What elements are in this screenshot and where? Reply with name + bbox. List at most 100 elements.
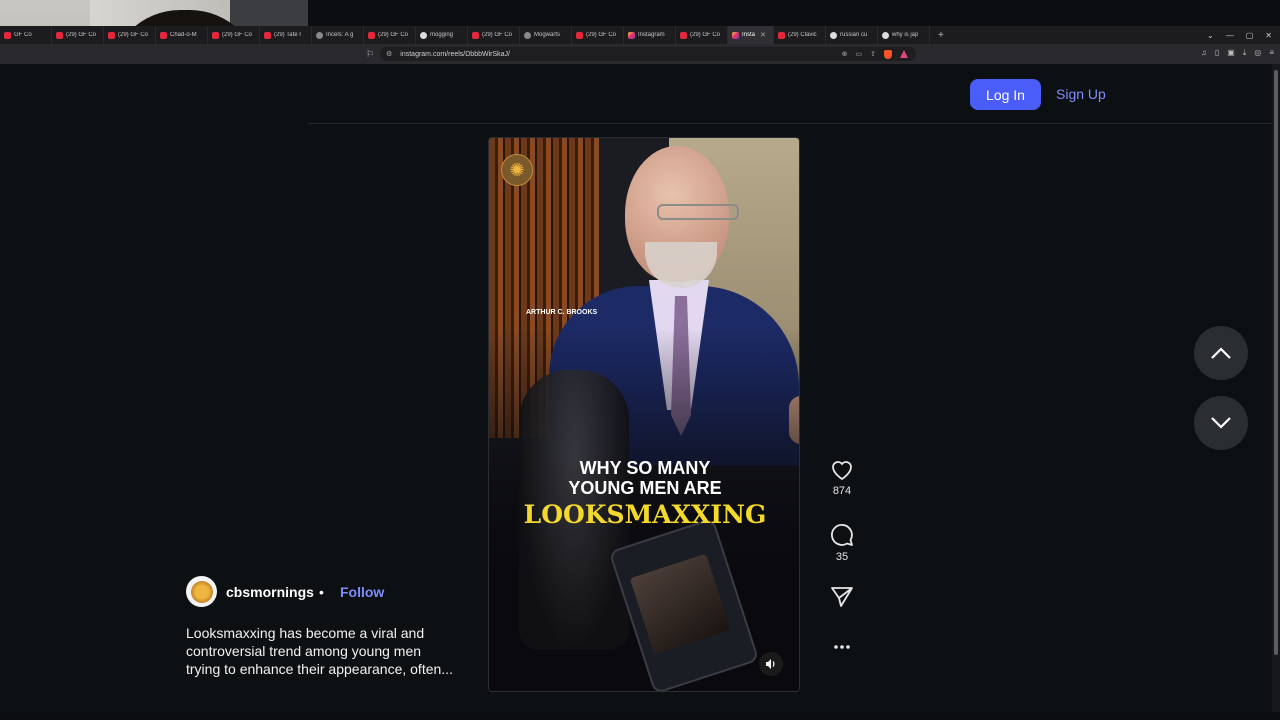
browser-tab[interactable]: mogging	[416, 26, 468, 44]
header-divider	[308, 123, 1272, 124]
tab-label: Instagram	[638, 32, 665, 38]
volume-button[interactable]	[759, 652, 783, 676]
instagram-page: Log In Sign Up ✺ ARTHUR C. BROOKS WHY SO…	[0, 64, 1272, 712]
tab-label: (29) GF Co	[378, 32, 409, 38]
browser-tab[interactable]: Incels: A g	[312, 26, 364, 44]
comment-icon	[831, 524, 853, 546]
browser-tab[interactable]: (29) GF Co	[208, 26, 260, 44]
tab-label: (29) GF Co	[66, 32, 97, 38]
signup-link[interactable]: Sign Up	[1056, 86, 1106, 102]
web-icon	[316, 31, 323, 39]
browser-tab[interactable]: (29) GF Co	[676, 26, 728, 44]
heart-icon	[832, 461, 852, 481]
browser-tab[interactable]: (29) Tate I	[260, 26, 312, 44]
window-controls: ⌄ — ▢ ✕	[1207, 31, 1280, 40]
browser-tab[interactable]: (29) GF Co	[104, 26, 156, 44]
tab-bar: GF Co (29) GF Co (29) GF Co Chad-o-M (29) GF…	[0, 26, 1280, 44]
speaker-icon	[766, 659, 775, 669]
tab-label: (29) GF Co	[222, 32, 253, 38]
url-text: instagram.com/reels/DbbbWirSkaJ/	[400, 50, 510, 58]
tab-label: Incels: A g	[326, 32, 354, 38]
browser-tab[interactable]: Insta ✕	[728, 26, 774, 44]
screen-icon[interactable]: ▭	[856, 50, 863, 59]
tab-label: (29) GF Co	[118, 32, 149, 38]
browser-tab[interactable]: (29) Clavic	[774, 26, 826, 44]
phone-screen	[629, 553, 731, 655]
author-separator: •	[319, 584, 324, 600]
like-action[interactable]: 874	[826, 459, 858, 497]
reel-name-tag: ARTHUR C. BROOKS	[526, 309, 598, 316]
previous-reel-button[interactable]	[1194, 326, 1248, 380]
share-action[interactable]	[826, 586, 858, 608]
reel-video[interactable]: ✺ ARTHUR C. BROOKS WHY SO MANY YOUNG MEN…	[488, 137, 800, 692]
menu-icon[interactable]: ≡	[1269, 48, 1274, 58]
brave-shield-icon[interactable]	[884, 49, 892, 59]
browser-tab[interactable]: russian cu	[826, 26, 878, 44]
instagram-icon	[732, 31, 739, 39]
browser-tab[interactable]: GF Co	[0, 26, 52, 44]
tab-label: russian cu	[840, 32, 868, 38]
channel-logo-icon: ✺	[501, 154, 533, 186]
site-info-icon[interactable]: ⚙	[386, 50, 392, 58]
next-reel-button[interactable]	[1194, 396, 1248, 450]
google-icon	[882, 31, 889, 39]
browser-tab[interactable]: Instagram	[624, 26, 676, 44]
tab-label: (29) GF Co	[690, 32, 721, 38]
youtube-icon	[368, 31, 375, 39]
like-count: 874	[832, 485, 852, 497]
tab-label: Chad-o-M	[170, 32, 197, 38]
youtube-icon	[56, 31, 63, 39]
browser-tab[interactable]: why is jap	[878, 26, 930, 44]
browser-tab[interactable]: (29) GF Co	[364, 26, 416, 44]
tab-label: (29) GF Co	[586, 32, 617, 38]
tab-label: why is jap	[892, 32, 919, 38]
browser-tab[interactable]: (29) GF Co	[52, 26, 104, 44]
login-button[interactable]: Log In	[970, 79, 1041, 110]
share-icon[interactable]: ⇪	[870, 50, 876, 59]
web-icon	[524, 31, 531, 39]
new-tab-button[interactable]: +	[930, 30, 952, 41]
browser-tab[interactable]: Chad-o-M	[156, 26, 208, 44]
vpn-icon[interactable]: ◎	[1254, 48, 1261, 58]
tab-label: (29) Clavic	[788, 32, 817, 38]
browser-tab[interactable]: Mogwarts	[520, 26, 572, 44]
youtube-icon	[160, 31, 167, 39]
follow-button[interactable]: Follow	[340, 584, 384, 600]
reel-caption[interactable]: Looksmaxxing has become a viral and cont…	[186, 624, 458, 678]
reel-headline-accent: LOOKSMAXXING	[523, 500, 767, 529]
browser-tab[interactable]: (29) GF Co	[468, 26, 520, 44]
bookmark-icon[interactable]: ⚐	[366, 49, 374, 60]
youtube-icon	[4, 31, 11, 39]
author-username[interactable]: cbsmornings	[226, 584, 314, 600]
more-action[interactable]	[826, 639, 858, 655]
instagram-icon	[628, 31, 635, 39]
maximize-icon[interactable]: ▢	[1246, 31, 1254, 40]
youtube-icon	[264, 31, 271, 39]
zoom-icon[interactable]: ⊕	[842, 50, 848, 59]
youtube-icon	[108, 31, 115, 39]
close-tab-icon[interactable]: ✕	[760, 31, 766, 39]
scrollbar-thumb[interactable]	[1274, 70, 1278, 655]
youtube-icon	[680, 31, 687, 39]
tab-label: mogging	[430, 32, 454, 38]
brave-rewards-icon[interactable]	[900, 49, 908, 58]
more-icon	[834, 645, 850, 649]
comment-count: 35	[835, 551, 849, 563]
reel-headline-line1: WHY SO MANY	[579, 458, 711, 478]
page-scrollbar[interactable]	[1272, 64, 1280, 712]
wallet-icon[interactable]: ▣	[1227, 48, 1235, 58]
reel-headline-line2: YOUNG MEN ARE	[568, 478, 722, 498]
browser-tab[interactable]: (29) GF Co	[572, 26, 624, 44]
sidebar-icon[interactable]: ▯	[1215, 48, 1219, 58]
author-avatar[interactable]	[186, 576, 217, 607]
chevron-up-icon	[1211, 347, 1231, 359]
tab-list-icon[interactable]: ⌄	[1207, 31, 1214, 40]
comment-action[interactable]: 35	[826, 523, 858, 563]
media-icon[interactable]: ♫	[1201, 48, 1207, 58]
minimize-icon[interactable]: —	[1226, 31, 1234, 40]
cbs-logo-icon	[190, 580, 213, 603]
address-bar[interactable]: ⚙ instagram.com/reels/DbbbWirSkaJ/ ⊕ ▭ ⇪	[380, 47, 916, 61]
close-window-icon[interactable]: ✕	[1265, 31, 1272, 40]
download-icon[interactable]: ⤓	[1243, 48, 1247, 58]
address-bar-icons: ⊕ ▭ ⇪	[842, 49, 916, 59]
